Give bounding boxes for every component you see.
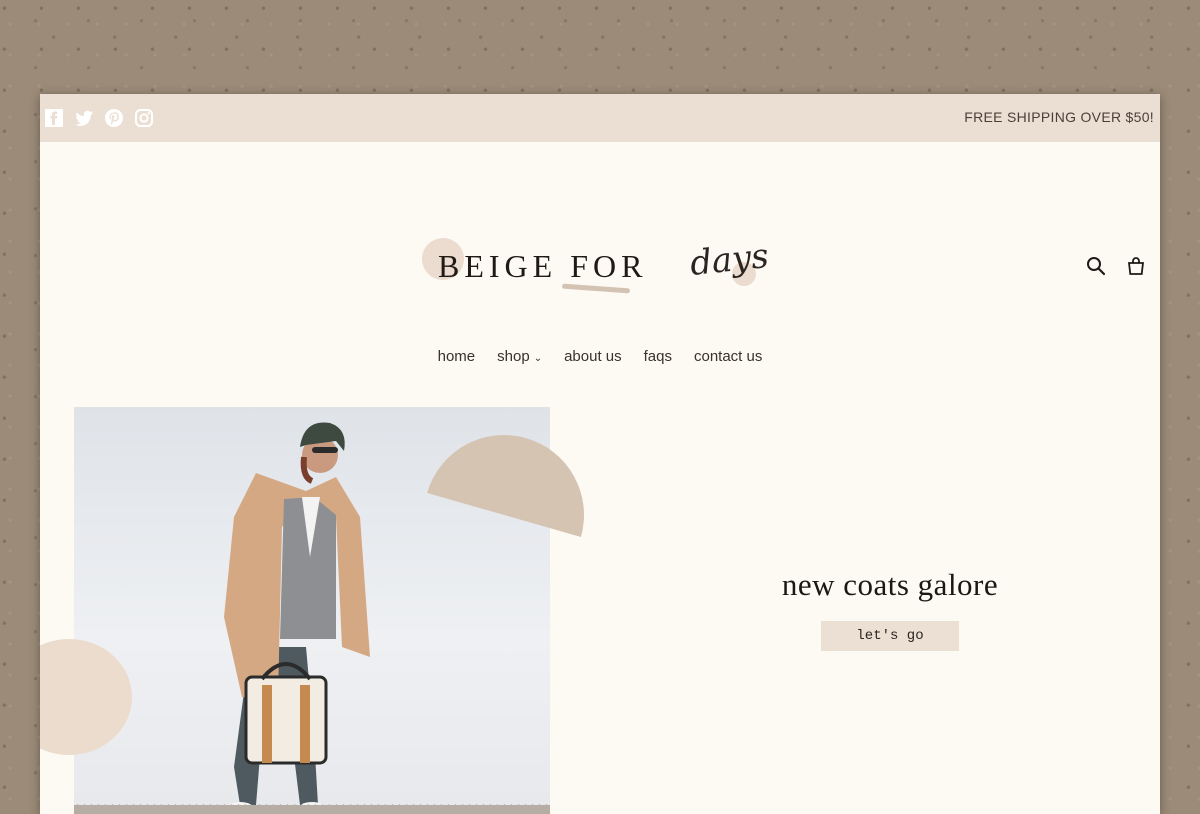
hero-content: new coats galore let's go: [740, 567, 1040, 651]
site-logo[interactable]: BEIGE FOR days: [420, 226, 780, 306]
hero-section: new coats galore let's go: [40, 407, 1160, 814]
twitter-icon[interactable]: [74, 108, 94, 128]
social-links: [44, 108, 154, 128]
shipping-announcement: FREE SHIPPING OVER $50!: [964, 109, 1154, 125]
chevron-down-icon: ⌄: [533, 353, 543, 364]
site-header: BEIGE FOR days home shop ⌄ about us faqs …: [40, 142, 1160, 365]
logo-main-text: BEIGE FOR: [438, 248, 648, 284]
announcement-bar: FREE SHIPPING OVER $50!: [40, 94, 1160, 142]
nav-contact-us[interactable]: contact us: [694, 348, 762, 365]
pinterest-icon[interactable]: [104, 108, 124, 128]
logo-decoration-stroke: [561, 283, 631, 294]
search-icon[interactable]: [1086, 256, 1106, 276]
ground: [74, 805, 550, 814]
nav-shop[interactable]: shop ⌄: [497, 348, 542, 365]
lets-go-button[interactable]: let's go: [821, 621, 959, 651]
cart-icon[interactable]: [1126, 256, 1146, 276]
header-actions: [1086, 256, 1146, 276]
hero-title: new coats galore: [781, 567, 999, 602]
main-navigation: home shop ⌄ about us faqs contact us: [40, 348, 1160, 365]
nav-home[interactable]: home: [438, 348, 476, 365]
facebook-icon[interactable]: [44, 108, 64, 128]
instagram-icon[interactable]: [134, 108, 154, 128]
nav-faqs[interactable]: faqs: [644, 348, 672, 365]
nav-about-us[interactable]: about us: [564, 348, 622, 365]
nav-shop-label: shop: [497, 348, 530, 365]
browser-window: FREE SHIPPING OVER $50! BEIGE FOR days h…: [40, 94, 1160, 814]
logo-script-text: days: [688, 235, 771, 285]
